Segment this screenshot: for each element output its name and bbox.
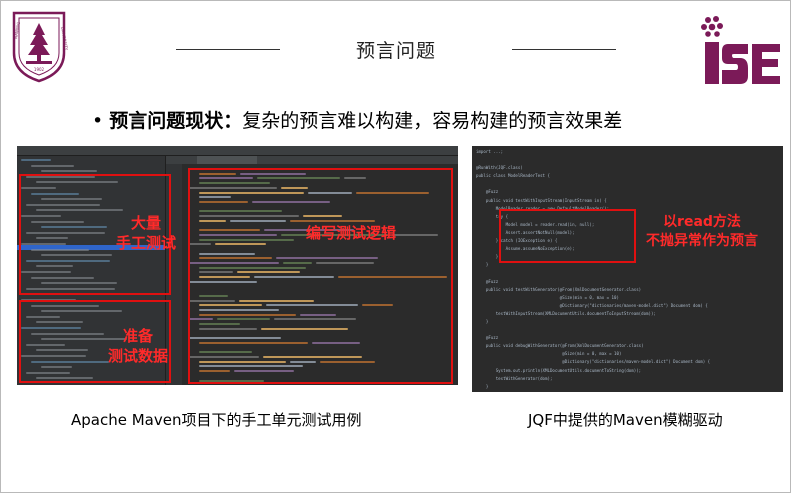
test-logic-label: 编写测试逻辑 [306,224,397,242]
bullet-bold-text: 预言问题现状： [109,110,243,132]
tree-row [31,164,74,167]
title-rule-right [512,49,616,50]
bullet-marker: • [92,110,104,132]
svg-text:1902: 1902 [34,67,45,72]
manual-tests-label: 大量 手工测试 [116,214,177,252]
tree-row [41,170,97,173]
read-try-box [499,209,636,263]
test-logic-box [188,168,453,384]
test-data-label: 准备 测试数据 [108,327,169,365]
nanjing-university-logo: NANJING UNIVERSITY 1902 [12,11,68,83]
right-caption: JQF中提供的Maven模糊驱动 [528,411,723,429]
left-caption: Apache Maven项目下的手工单元测试用例 [71,411,362,429]
bullet-text: 复杂的预言难以构建，容易构建的预言效果差 [242,110,623,132]
editor-tab-active [197,156,257,164]
slide-title: 预言问题 [176,36,616,62]
ise-logo [701,16,780,84]
ide-title-bar [17,146,458,156]
tree-row [21,159,51,161]
bullet-point: • 预言问题现状：复杂的预言难以构建，容易构建的预言效果差 [92,106,622,133]
jqf-code: import ...; @RunWith(JQF.class) public c… [476,149,711,389]
jqf-code-screenshot: import ...; @RunWith(JQF.class) public c… [472,146,783,392]
oracle-label: 以read方法 不抛异常作为预言 [646,214,758,249]
